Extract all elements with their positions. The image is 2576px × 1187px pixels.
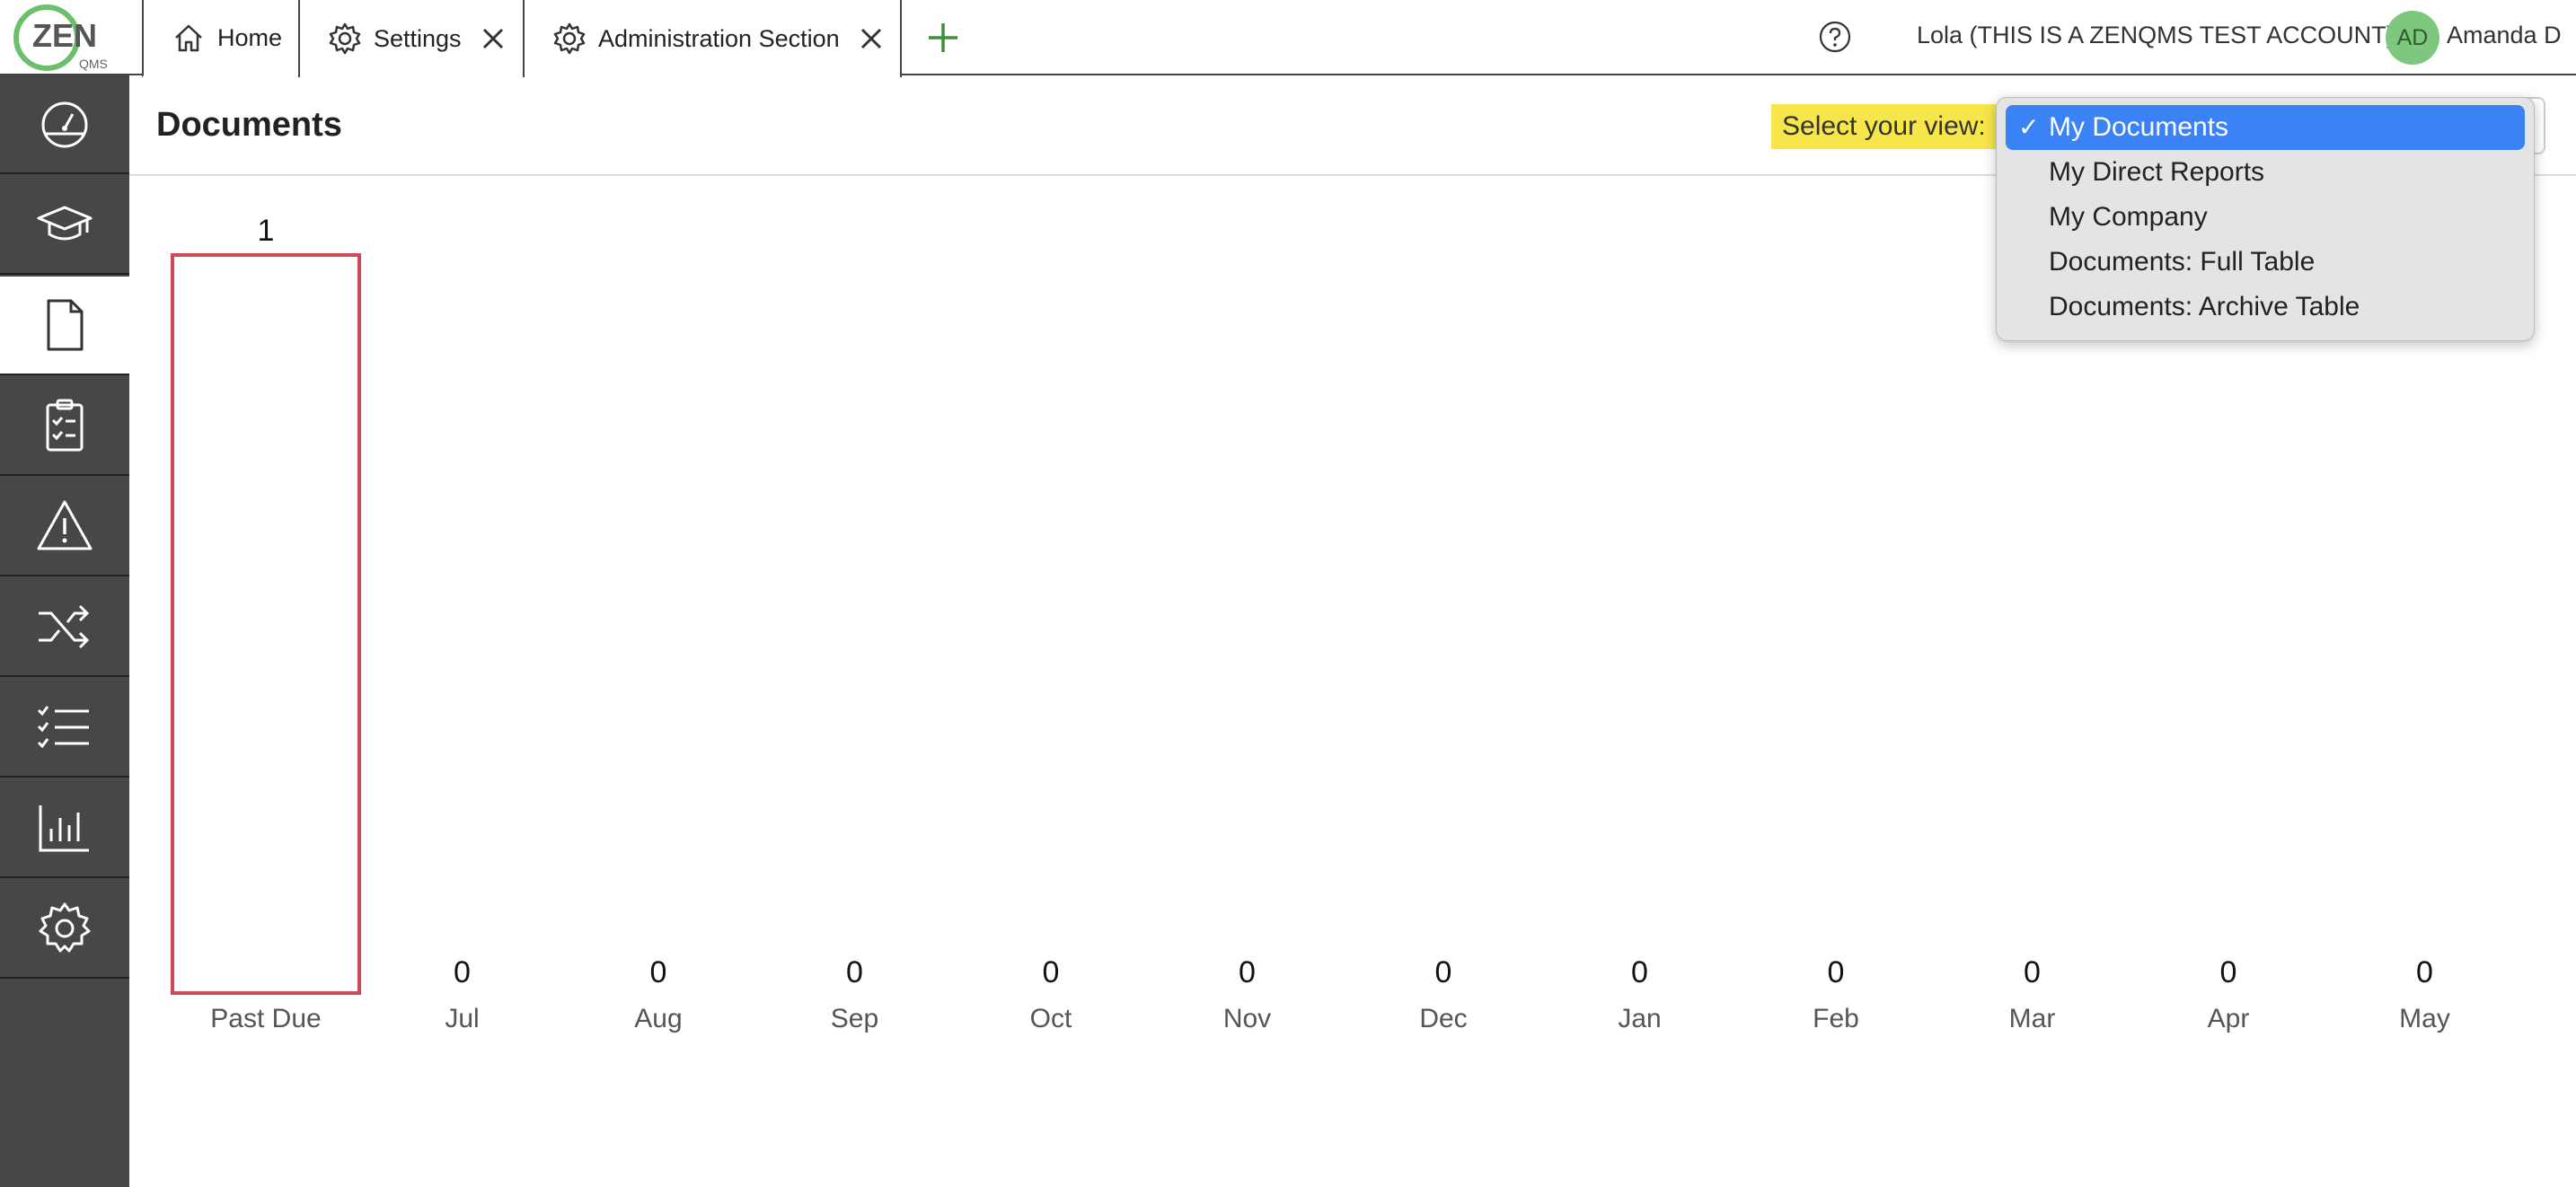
tab-label: Home	[217, 23, 283, 51]
sidebar-item-risk[interactable]	[0, 478, 129, 576]
tab-label: Settings	[374, 24, 462, 52]
avatar[interactable]: AD	[2386, 11, 2439, 65]
view-select-menu[interactable]: ✓ My Documents My Direct Reports My Company…	[1996, 97, 2535, 341]
tab-home[interactable]: Home	[142, 0, 300, 77]
checkmark-icon: ✓	[2018, 113, 2040, 141]
sidebar-item-checklist[interactable]	[0, 377, 129, 476]
home-icon	[175, 24, 202, 52]
category-label: Mar	[2008, 1004, 2056, 1033]
bar-value-label: 1	[257, 214, 275, 248]
add-tab-plus-icon[interactable]	[925, 20, 961, 56]
view-option-label: Documents: Archive Table	[2049, 292, 2360, 321]
category-label: Jul	[445, 1004, 480, 1033]
view-option[interactable]: Documents: Full Table	[2006, 240, 2525, 285]
close-icon[interactable]	[856, 23, 887, 54]
bar[interactable]	[171, 253, 361, 995]
bar-value-label: 0	[649, 955, 667, 989]
user-name[interactable]: Amanda D	[2447, 22, 2562, 49]
gear-icon	[553, 22, 586, 55]
category-label: Sep	[830, 1004, 879, 1033]
category-label: Oct	[1029, 1004, 1072, 1033]
view-option-label: My Direct Reports	[2049, 157, 2265, 187]
training-cap-icon	[37, 206, 93, 241]
shuffle-change-icon	[39, 604, 90, 649]
sidebar-item-documents[interactable]	[0, 277, 129, 375]
sidebar-item-settings[interactable]	[0, 880, 129, 979]
sidebar	[0, 75, 129, 1187]
category-label: Past Due	[210, 1004, 322, 1033]
view-option-label: Documents: Full Table	[2049, 247, 2316, 277]
clipboard-checklist-icon	[46, 399, 84, 452]
settings-gear-icon	[39, 902, 91, 953]
sidebar-item-tasks[interactable]	[0, 679, 129, 778]
gear-icon	[329, 22, 361, 55]
category-label: Dec	[1419, 1004, 1468, 1033]
tab-settings[interactable]: Settings	[298, 0, 525, 77]
page-title: Documents	[156, 106, 342, 144]
bar-value-label: 0	[1631, 955, 1648, 989]
tab-label: Administration Section	[598, 24, 840, 52]
view-select-label: Select your view:	[1771, 104, 1997, 149]
sidebar-item-change-control[interactable]	[0, 578, 129, 677]
category-label: Nov	[1222, 1004, 1272, 1033]
dashboard-gauge-icon	[41, 101, 88, 148]
document-icon	[47, 299, 84, 351]
warning-triangle-icon	[37, 500, 93, 550]
bar-value-label: 0	[1239, 955, 1256, 989]
account-name[interactable]: Lola (THIS IS A ZENQMS TEST ACCOUNT)	[1917, 22, 2395, 49]
svg-text:ZEN: ZEN	[32, 17, 97, 54]
reports-chart-icon	[39, 805, 89, 852]
close-icon[interactable]	[478, 23, 508, 54]
svg-text:QMS: QMS	[79, 57, 108, 71]
sidebar-item-dashboard[interactable]	[0, 75, 129, 174]
category-label: Apr	[2207, 1004, 2250, 1033]
bar-value-label: 0	[2416, 955, 2433, 989]
sidebar-item-reports[interactable]	[0, 779, 129, 878]
sidebar-item-training[interactable]	[0, 176, 129, 275]
avatar-initials: AD	[2396, 24, 2429, 50]
category-label: Jan	[1618, 1004, 1662, 1033]
view-option[interactable]: My Company	[2006, 195, 2525, 240]
top-bar: ZEN QMS Home Settings Administration Sec…	[0, 0, 2576, 77]
zenqms-logo[interactable]: ZEN QMS	[13, 2, 122, 74]
bar-value-label: 0	[454, 955, 471, 989]
view-option[interactable]: My Direct Reports	[2006, 150, 2525, 195]
bar-value-label: 0	[2024, 955, 2041, 989]
category-label: Aug	[634, 1004, 683, 1033]
help-question-icon[interactable]	[1818, 20, 1852, 54]
category-label: May	[2399, 1004, 2450, 1033]
bar-value-label: 0	[1827, 955, 1845, 989]
view-option-label: My Documents	[2049, 112, 2229, 142]
view-option-label: My Company	[2049, 202, 2208, 232]
bar-value-label: 0	[846, 955, 863, 989]
view-option[interactable]: ✓ My Documents	[2006, 105, 2525, 150]
bar-value-label: 0	[2219, 955, 2237, 989]
view-option[interactable]: Documents: Archive Table	[2006, 285, 2525, 330]
bar-value-label: 0	[1434, 955, 1452, 989]
bar-value-label: 0	[1042, 955, 1060, 989]
category-label: Feb	[1813, 1004, 1859, 1033]
task-list-icon	[37, 706, 89, 749]
tab-administration-section[interactable]: Administration Section	[523, 0, 902, 77]
